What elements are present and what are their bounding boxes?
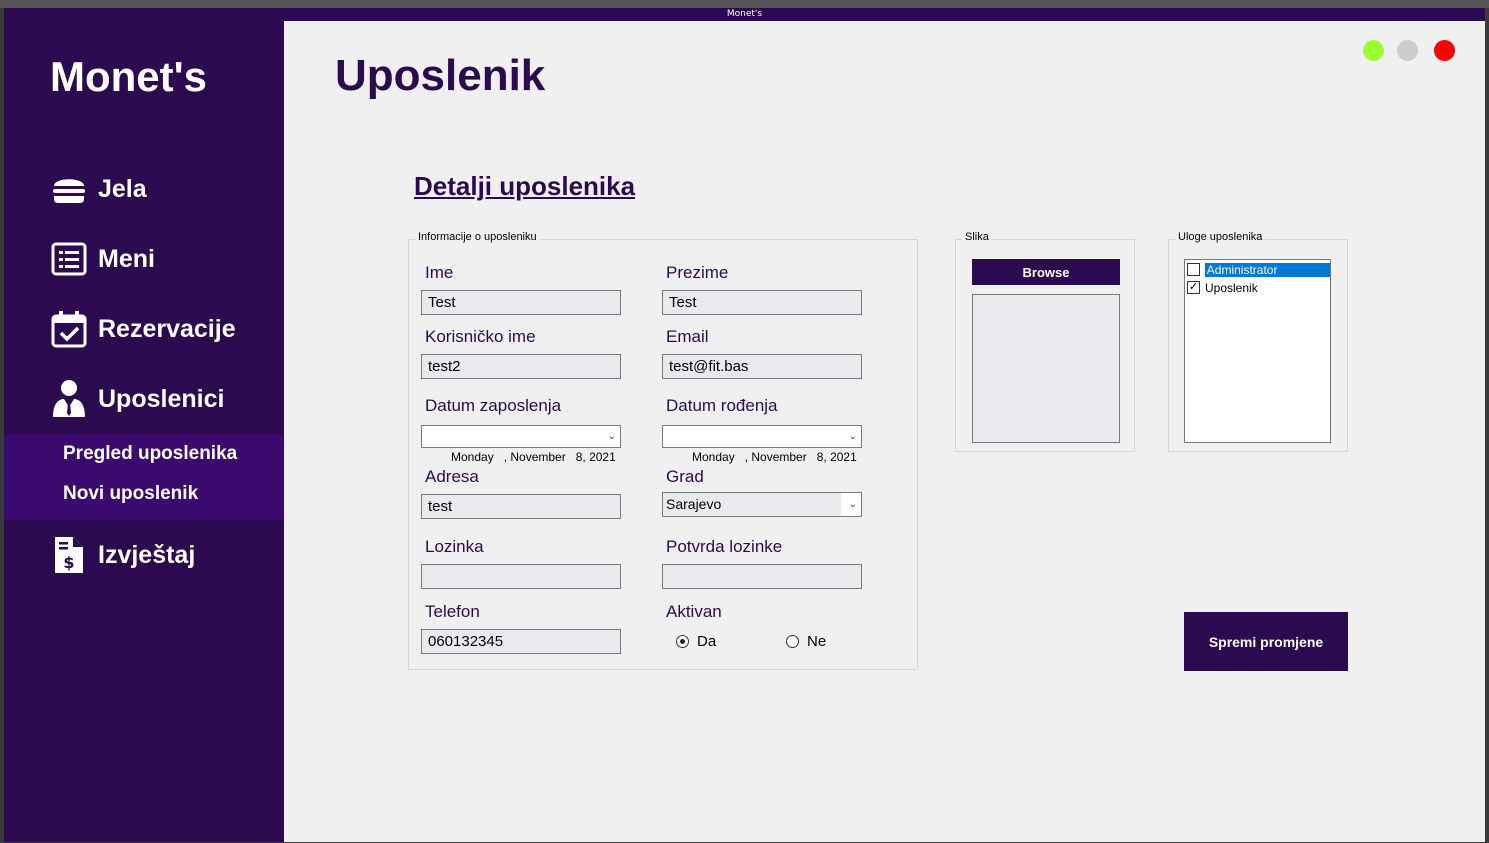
telefon-input[interactable]: 060132345 [421, 629, 621, 654]
browse-button[interactable]: Browse [972, 259, 1120, 285]
window-top-strip [0, 0, 1489, 8]
svg-text:$: $ [63, 553, 74, 572]
role-label: Administrator [1204, 262, 1330, 277]
unchecked-box-icon[interactable] [1187, 263, 1200, 276]
burger-icon [50, 170, 88, 208]
minimize-button[interactable] [1363, 40, 1384, 61]
employee-icon [50, 380, 88, 418]
prezime-label: Prezime [666, 263, 729, 282]
sidebar: Monet's Jela Meni Rezervacije Uposlenici… [4, 21, 284, 842]
slika-groupbox-legend: Slika [962, 231, 992, 243]
aktivan-da-radio[interactable]: Da [676, 633, 716, 650]
sidebar-item-rezervacije[interactable]: Rezervacije [50, 307, 236, 351]
close-button[interactable] [1434, 40, 1455, 61]
lozinka-label: Lozinka [425, 537, 484, 556]
email-input[interactable]: test@fit.bas [662, 354, 862, 379]
radio-selected-icon [676, 635, 689, 648]
ime-label: Ime [425, 263, 454, 282]
main-content: Uposlenik Detalji uposlenika Informacije… [284, 21, 1485, 842]
chevron-down-icon: ⌄ [848, 431, 857, 442]
role-item-administrator[interactable]: Administrator [1186, 261, 1330, 278]
checked-box-icon[interactable]: ✓ [1187, 281, 1200, 294]
lozinka-input[interactable] [421, 564, 621, 589]
sidebar-item-label: Uposlenici [98, 384, 225, 413]
list-icon [50, 240, 88, 278]
section-title: Detalji uposlenika [414, 171, 636, 201]
submenu-item-novi-uposlenik[interactable]: Novi uposlenik [63, 483, 198, 505]
chevron-down-icon: ⌄ [848, 499, 857, 510]
datum-zaposlenja-value: Monday , November 8, 2021 [451, 450, 616, 464]
app-window: Monet's Monet's Jela Meni Rezervacije Up… [0, 0, 1489, 843]
sidebar-item-label: Meni [98, 244, 155, 273]
grad-value: Sarajevo [666, 496, 722, 512]
datum-rodjenja-picker[interactable]: Monday , November 8, 2021 ⌄ [662, 425, 862, 464]
page-title: Uposlenik [335, 51, 546, 100]
email-label: Email [666, 327, 709, 346]
submenu-item-pregled-uposlenika[interactable]: Pregled uposlenika [63, 443, 237, 465]
uloge-groupbox-legend: Uloge uposlenika [1175, 231, 1266, 243]
aktivan-ne-label: Ne [807, 633, 827, 650]
image-preview [972, 294, 1120, 443]
sidebar-item-meni[interactable]: Meni [50, 237, 155, 281]
prezime-input[interactable]: Test [662, 290, 862, 315]
adresa-input[interactable]: test [421, 494, 621, 519]
datum-zaposlenja-picker[interactable]: Monday , November 8, 2021 ⌄ [421, 425, 621, 464]
sidebar-item-uposlenici[interactable]: Uposlenici [50, 377, 224, 421]
brand-logo-text: Monet's [50, 53, 207, 100]
sidebar-item-label: Izvještaj [98, 540, 196, 569]
info-groupbox-legend: Informacije o uposleniku [415, 231, 540, 243]
sidebar-item-label: Jela [98, 174, 147, 203]
window-title: Monet's [4, 8, 1485, 21]
korisnicko-ime-label: Korisničko ime [425, 327, 536, 346]
datum-rodjenja-label: Datum rođenja [666, 396, 778, 415]
aktivan-da-label: Da [697, 633, 717, 650]
sidebar-item-izvjestaj[interactable]: $ Izvještaj [50, 533, 195, 577]
grad-label: Grad [666, 467, 704, 486]
roles-checklist[interactable]: Administrator ✓ Uposlenik [1184, 259, 1331, 443]
datum-rodjenja-value: Monday , November 8, 2021 [692, 450, 857, 464]
potvrda-lozinke-input[interactable] [662, 564, 862, 589]
save-changes-button[interactable]: Spremi promjene [1184, 612, 1348, 671]
invoice-icon: $ [50, 536, 88, 574]
role-item-uposlenik[interactable]: ✓ Uposlenik [1186, 279, 1330, 296]
potvrda-lozinke-label: Potvrda lozinke [666, 537, 783, 556]
sidebar-item-label: Rezervacije [98, 314, 236, 343]
sidebar-item-jela[interactable]: Jela [50, 167, 147, 211]
korisnicko-ime-input[interactable]: test2 [421, 354, 621, 379]
role-label: Uposlenik [1205, 280, 1258, 295]
grad-select[interactable]: Sarajevo ⌄ [662, 492, 862, 517]
submenu-uposlenici: Pregled uposlenika Novi uposlenik [4, 434, 284, 520]
aktivan-ne-radio[interactable]: Ne [786, 633, 826, 650]
aktivan-label: Aktivan [666, 602, 722, 621]
radio-unselected-icon [786, 635, 799, 648]
calendar-check-icon [50, 310, 88, 348]
maximize-button[interactable] [1397, 40, 1418, 61]
datum-zaposlenja-label: Datum zaposlenja [425, 396, 562, 415]
ime-input[interactable]: Test [421, 290, 621, 315]
adresa-label: Adresa [425, 467, 479, 486]
chevron-down-icon: ⌄ [607, 431, 616, 442]
telefon-label: Telefon [425, 602, 480, 621]
